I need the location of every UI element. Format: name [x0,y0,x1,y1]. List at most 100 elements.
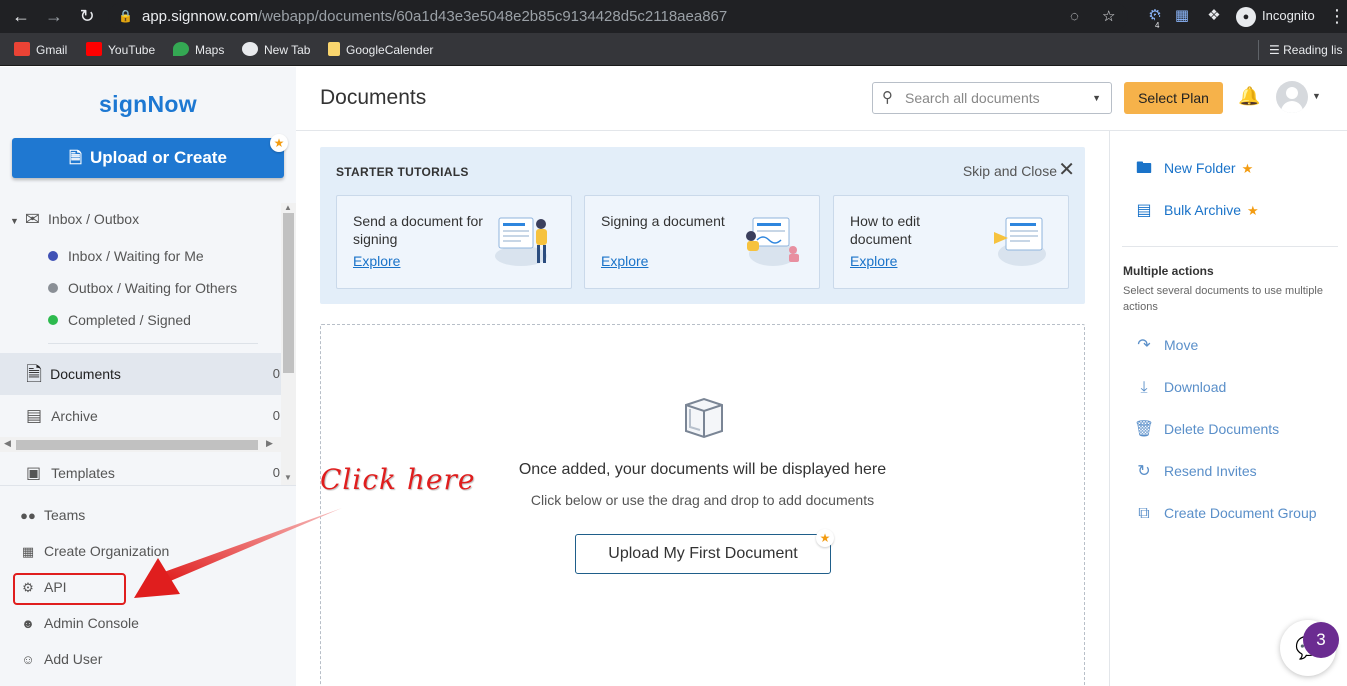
bookmarks-bar: Gmail YouTube Maps New Tab GoogleCalende… [0,33,1347,66]
new-folder-button[interactable]: 🖿 New Folder ★ [1132,156,1253,180]
upload-document-icon: 🗎 [69,150,82,167]
status-dot-icon [48,251,58,261]
tutorial-card-text: Signing a document [601,213,725,229]
url-host: app.signnow.com [142,8,258,25]
tree-documents[interactable]: 🗎 Documents 0 [0,353,282,395]
tree-outbox-waiting[interactable]: Outbox / Waiting for Others [0,272,282,304]
tutorial-explore-link[interactable]: Explore [601,253,648,269]
sidebar-link-admin-console[interactable]: ☻ Admin Console [19,612,139,634]
tree-vertical-scrollbar[interactable]: ▲ ▼ [281,203,296,485]
scroll-right-icon[interactable]: ▶ [266,438,273,449]
signnow-logo[interactable]: signNow [0,91,296,118]
folder-icon [328,42,340,56]
trash-icon: 🗑 [1133,421,1155,438]
tutorial-explore-link[interactable]: Explore [850,253,897,269]
status-dot-icon [48,315,58,325]
bell-icon[interactable]: 🔔 [1238,86,1260,107]
tree-divider [48,343,258,344]
youtube-icon [86,42,102,56]
tutorials-heading: STARTER TUTORIALS [336,165,469,179]
star-badge-icon: ★ [270,134,288,152]
avatar-body [1281,101,1303,113]
envelope-icon: ✉ [24,209,41,229]
starter-tutorials: STARTER TUTORIALS Skip and Close ✕ Send … [320,147,1085,304]
eye-off-icon[interactable]: ◌ [1070,3,1079,30]
search-icon: ⚲ [882,89,893,106]
tree-completed-signed[interactable]: Completed / Signed [0,304,282,336]
tutorial-card[interactable]: Send a document for signing Explore [336,195,572,289]
scroll-up-icon[interactable]: ▲ [284,203,292,212]
tutorial-card[interactable]: Signing a document Explore [584,195,820,289]
document-dropzone[interactable]: Once added, your documents will be displ… [320,324,1085,686]
star-bookmark-icon[interactable]: ☆ [1102,3,1115,30]
puzzle-extensions-icon[interactable]: ❖ [1204,5,1224,27]
resend-icon: ↻ [1137,463,1151,480]
caret-down-icon[interactable]: ▼ [10,216,19,226]
signing-document-illustration-icon [746,217,799,266]
tree-horizontal-scrollbar[interactable]: ◀ ▶ [0,437,281,452]
tree-templates[interactable]: ▣ Templates 0 [0,458,282,484]
bulk-archive-icon: ▤ [1136,202,1152,219]
incognito-label: Incognito [1262,8,1315,23]
close-icon[interactable]: ✕ [1058,160,1075,180]
scroll-thumb[interactable] [283,213,294,373]
browser-menu-icon[interactable]: ⋮ [1328,4,1346,28]
translate-icon[interactable]: ▦ [1172,5,1192,27]
organization-icon: ▦ [21,544,35,559]
upload-first-document-button[interactable]: Upload My First Document [575,534,831,574]
search-input[interactable]: ⚲ Search all documents ▼ [872,82,1112,114]
search-placeholder: Search all documents [905,90,1040,106]
star-badge-icon: ★ [816,529,834,547]
documents-icon: 🗎 [26,364,43,386]
gmail-icon [14,42,30,56]
api-highlight-box [13,573,126,605]
documents-count: 0 [272,366,280,381]
chat-unread-badge[interactable]: 3 [1303,622,1339,658]
delete-documents-action[interactable]: 🗑 Delete Documents [1132,417,1279,441]
bookmark-googlecalender[interactable]: GoogleCalender [328,40,433,60]
bookmark-gmail[interactable]: Gmail [14,40,67,60]
address-bar[interactable]: 🔒 app.signnow.com/webapp/documents/60a1d… [108,3,1128,30]
download-action[interactable]: ⤓ Download [1132,375,1226,399]
extension-icon[interactable]: ⚙4 [1145,5,1165,37]
upload-or-create-button[interactable]: 🗎 Upload or Create [12,138,284,178]
document-group-icon: ⧉ [1138,505,1150,522]
reading-list[interactable]: ☰ Reading lis [1258,40,1342,60]
status-dot-icon [48,283,58,293]
bookmark-maps[interactable]: Maps [173,40,224,60]
forward-arrow-icon[interactable]: → [41,4,67,28]
send-document-illustration-icon [495,217,547,266]
bookmark-youtube[interactable]: YouTube [86,40,155,60]
tree-inbox-waiting[interactable]: Inbox / Waiting for Me [0,240,282,272]
incognito-indicator[interactable]: ● Incognito [1236,4,1315,28]
skip-and-close-link[interactable]: Skip and Close [963,163,1057,179]
back-arrow-icon[interactable]: ← [8,4,34,28]
create-document-group-action[interactable]: ⧉ Create Document Group [1132,501,1316,525]
reload-icon[interactable]: ↻ [74,4,100,28]
scroll-down-icon[interactable]: ▼ [284,473,292,482]
scroll-thumb[interactable] [16,440,258,450]
bulk-archive-button[interactable]: ▤ Bulk Archive ★ [1132,198,1259,222]
sidebar-link-add-user[interactable]: ☺ Add User [19,648,102,670]
star-icon: ★ [1247,203,1259,218]
chevron-down-icon[interactable]: ▼ [1092,83,1101,113]
incognito-icon: ● [1236,6,1256,27]
tree-archive[interactable]: ▤ Archive 0 [0,399,282,433]
select-plan-button[interactable]: Select Plan [1124,82,1223,114]
avatar[interactable] [1276,81,1308,113]
scroll-left-icon[interactable]: ◀ [4,438,11,449]
resend-invites-action[interactable]: ↻ Resend Invites [1132,459,1256,483]
templates-count: 0 [272,465,280,480]
page-header: Documents ⚲ Search all documents ▼ Selec… [296,67,1347,131]
bookmark-new-tab[interactable]: New Tab [242,40,310,60]
move-action[interactable]: ↷ Move [1132,333,1198,357]
tutorial-card[interactable]: How to edit document Explore [833,195,1069,289]
tree-inbox-outbox[interactable]: ▼ ✉ Inbox / Outbox [0,203,282,235]
globe-icon [242,42,258,56]
chevron-down-icon[interactable]: ▼ [1312,91,1321,101]
download-icon: ⤓ [1140,379,1148,396]
new-folder-icon: 🖿 [1135,160,1152,177]
sidebar-link-teams[interactable]: ●● Teams [19,504,85,526]
tutorial-card-text: How to edit document [850,213,921,247]
tutorial-explore-link[interactable]: Explore [353,253,400,269]
